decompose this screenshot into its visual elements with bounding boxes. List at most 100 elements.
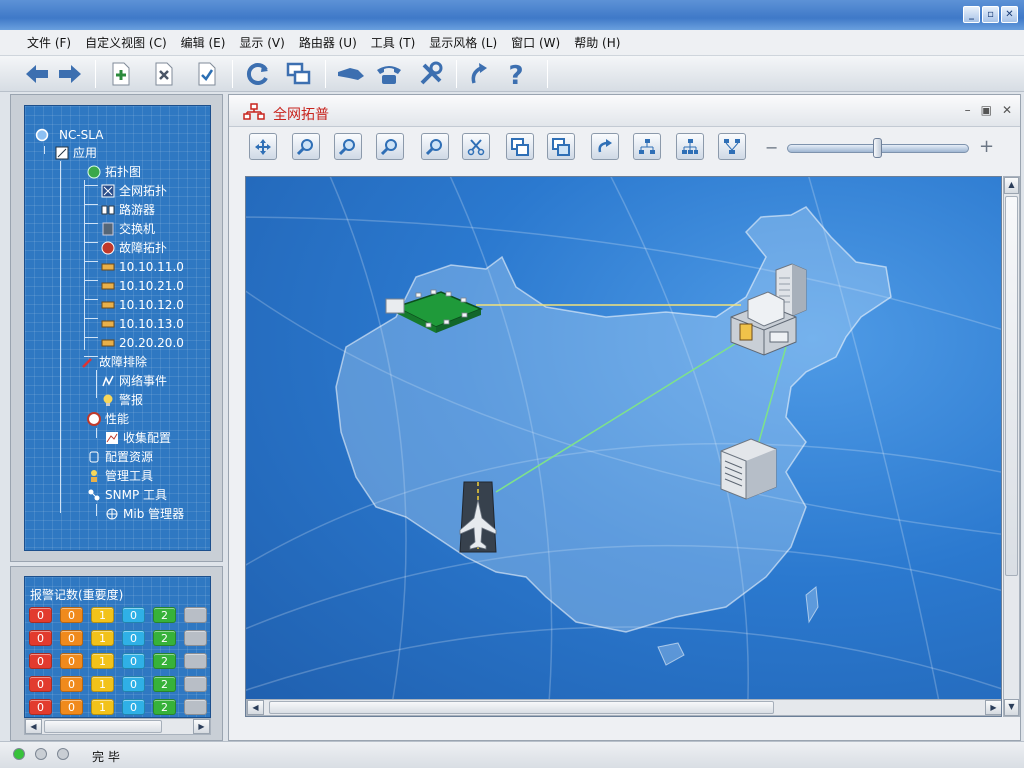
tree-item-alerts[interactable]: 警报 [101,391,143,408]
alarm-badge-unknown[interactable] [184,607,207,623]
alarm-badge-unknown[interactable] [184,676,207,692]
child-restore-button[interactable]: ▣ [981,103,992,117]
tree-item-subnet[interactable]: 10.10.13.0 [101,315,184,332]
menu-help[interactable]: 帮助 (H) [567,34,627,51]
back-arrow-icon[interactable] [22,59,52,89]
tree-item-troubleshooting[interactable]: 故障排除 [81,353,147,370]
child-minimize-button[interactable]: – [965,103,971,117]
layout-spread-icon[interactable] [718,133,746,160]
layout-hierarchy-icon[interactable] [676,133,704,160]
alarm-badge-major[interactable]: 0 [60,607,83,623]
tree-item-subnet[interactable]: 10.10.21.0 [101,277,184,294]
layout-tree-icon[interactable] [633,133,661,160]
zoom-slider[interactable]: − + [765,136,995,160]
canvas-vscroll-thumb[interactable] [1005,196,1018,576]
canvas-horizontal-scrollbar[interactable]: ◀ ▶ [246,699,1001,716]
tree-item-fault-topology[interactable]: 故障拓扑 [101,239,167,256]
menu-window[interactable]: 窗口 (W) [504,34,567,51]
tree-item-management-tools[interactable]: 管理工具 [87,467,153,484]
tree-root[interactable]: NC-SLA [35,126,103,143]
tree-item-topology[interactable]: 拓扑图 [87,163,141,180]
tree-item-subnet[interactable]: 10.10.11.0 [101,258,184,275]
scroll-right-button[interactable]: ▶ [193,719,210,734]
tree-item-collection-config[interactable]: 收集配置 [105,429,171,446]
canvas-vertical-scrollbar[interactable]: ▲ ▼ [1003,176,1020,717]
minimize-button[interactable]: _ [963,6,980,23]
paste-window-icon[interactable] [547,133,575,160]
rotate-icon[interactable] [591,133,619,160]
alarm-badge-unknown[interactable] [184,653,207,669]
alarm-badge-unknown[interactable] [184,630,207,646]
alarm-badge-unknown[interactable] [184,699,207,715]
alarm-badge-minor[interactable]: 1 [91,607,114,623]
alarm-badge-major[interactable]: 0 [60,630,83,646]
tools-icon[interactable] [416,59,446,89]
canvas-scroll-down-button[interactable]: ▼ [1004,699,1019,716]
tree-item-mib-manager[interactable]: Mib 管理器 [105,505,184,522]
alarm-horizontal-scrollbar[interactable]: ◀ ▶ [24,718,211,735]
zoom-out-icon[interactable] [334,133,362,160]
alarm-badge-warning[interactable]: 0 [122,676,145,692]
alarm-badge-minor[interactable]: 1 [91,699,114,715]
tree-item-router[interactable]: 路游器 [101,201,155,218]
delete-document-icon[interactable] [149,59,179,89]
menu-style[interactable]: 显示风格 (L) [422,34,504,51]
tree-item-snmp-tools[interactable]: SNMP 工具 [87,486,167,503]
zoom-fit-icon[interactable] [376,133,404,160]
close-button[interactable]: ✕ [1001,6,1018,23]
canvas-scroll-right-button[interactable]: ▶ [985,700,1001,715]
alarm-badge-major[interactable]: 0 [60,676,83,692]
cut-icon[interactable] [462,133,490,160]
menu-custom-view[interactable]: 自定义视图 (C) [78,34,174,51]
alarm-badge-major[interactable]: 0 [60,653,83,669]
redo-icon[interactable] [464,59,494,89]
zoom-search-icon[interactable] [421,133,449,160]
tree-item-application[interactable]: 应用 [55,144,97,161]
help-icon[interactable]: ? [501,59,531,89]
alarm-badge-major[interactable]: 0 [60,699,83,715]
menu-view[interactable]: 显示 (V) [232,34,291,51]
scroll-left-button[interactable]: ◀ [25,719,42,734]
topology-canvas[interactable]: ◀ ▶ [245,176,1002,717]
alarm-badge-normal[interactable]: 2 [153,676,176,692]
child-close-button[interactable]: ✕ [1002,103,1012,117]
pan-icon[interactable] [249,133,277,160]
tree-item-subnet[interactable]: 10.10.12.0 [101,296,184,313]
tree-item-switch[interactable]: 交换机 [101,220,155,237]
copy-window-icon[interactable] [506,133,534,160]
alarm-badge-minor[interactable]: 1 [91,630,114,646]
alarm-badge-normal[interactable]: 2 [153,630,176,646]
alarm-badge-critical[interactable]: 0 [29,607,52,623]
check-document-icon[interactable] [192,59,222,89]
menu-file[interactable]: 文件 (F) [20,34,78,51]
windows-icon[interactable] [284,59,314,89]
scroll-thumb[interactable] [44,720,162,733]
alarm-badge-normal[interactable]: 2 [153,653,176,669]
telephone-icon[interactable] [374,59,404,89]
restore-button[interactable]: ▫ [982,6,999,23]
alarm-badge-critical[interactable]: 0 [29,630,52,646]
new-document-icon[interactable] [106,59,136,89]
tree-item-subnet[interactable]: 20.20.20.0 [101,334,184,351]
alarm-badge-warning[interactable]: 0 [122,630,145,646]
zoom-in-icon[interactable] [292,133,320,160]
canvas-scroll-left-button[interactable]: ◀ [247,700,264,715]
alarm-badge-warning[interactable]: 0 [122,699,145,715]
alarm-badge-normal[interactable]: 2 [153,607,176,623]
alarm-badge-warning[interactable]: 0 [122,607,145,623]
alarm-badge-normal[interactable]: 2 [153,699,176,715]
alarm-badge-critical[interactable]: 0 [29,699,52,715]
menu-edit[interactable]: 编辑 (E) [174,34,233,51]
refresh-icon[interactable] [243,59,273,89]
alarm-badge-minor[interactable]: 1 [91,653,114,669]
tree-item-full-topology[interactable]: 全网拓扑 [101,182,167,199]
canvas-scroll-up-button[interactable]: ▲ [1004,177,1019,194]
alarm-badge-minor[interactable]: 1 [91,676,114,692]
alarm-badge-critical[interactable]: 0 [29,653,52,669]
tree-item-config-resources[interactable]: 配置资源 [87,448,153,465]
alarm-badge-critical[interactable]: 0 [29,676,52,692]
alarm-badge-warning[interactable]: 0 [122,653,145,669]
forward-arrow-icon[interactable] [55,59,85,89]
tree-item-performance[interactable]: 性能 [87,410,129,427]
connect-icon[interactable] [336,59,366,89]
